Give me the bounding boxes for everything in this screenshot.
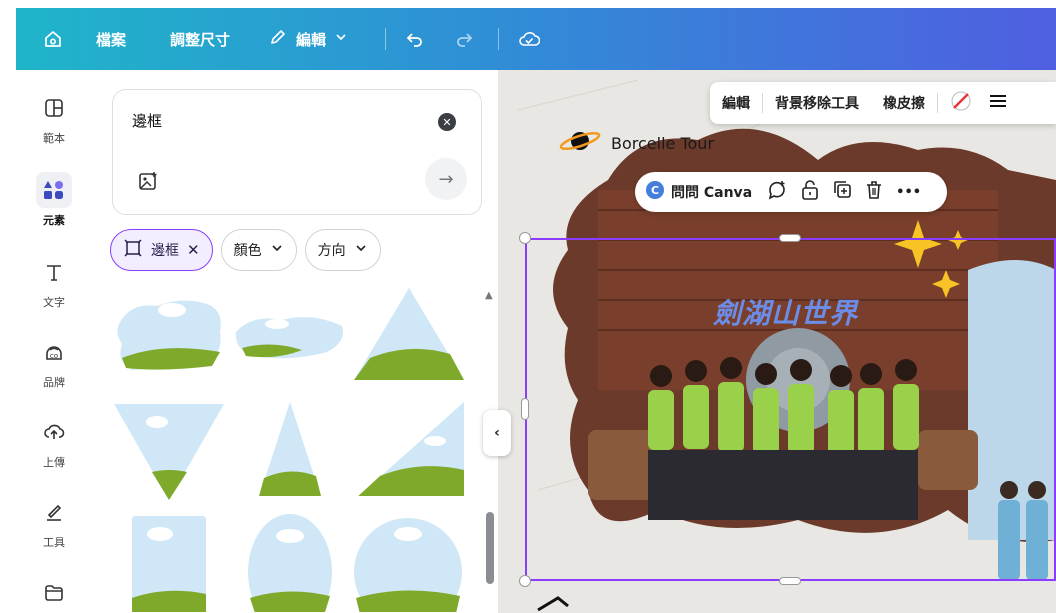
svg-text:C: C <box>651 184 659 197</box>
resize-handle-left[interactable] <box>521 398 529 420</box>
left-sidebar: 範本 元素 文字 co 品牌 上傳 工具 <box>16 70 92 613</box>
ask-canva-label: 問問 Canva <box>671 185 753 201</box>
redo-icon[interactable] <box>453 28 475 50</box>
sidebar-item-text[interactable]: 文字 <box>16 254 92 310</box>
frame-thumbnail[interactable] <box>232 396 350 496</box>
trash-icon[interactable] <box>864 179 884 205</box>
bg-remover-button[interactable]: 背景移除工具 <box>763 93 871 113</box>
frame-thumbnail[interactable] <box>112 402 230 502</box>
sidebar-item-elements[interactable]: 元素 <box>16 172 92 228</box>
brand-text: Borcelle Tour <box>611 133 715 153</box>
template-icon <box>36 90 72 126</box>
edit-image-button[interactable]: 編輯 <box>710 93 762 113</box>
sidebar-item-projects[interactable] <box>16 575 92 611</box>
sidebar-item-uploads[interactable]: 上傳 <box>16 414 92 470</box>
filter-chip-color[interactable]: 顏色 <box>220 229 297 271</box>
frame-thumbnail[interactable] <box>350 512 468 612</box>
filter-chip-label: 顏色 <box>233 243 262 259</box>
sidebar-item-label: 上傳 <box>43 456 65 469</box>
canva-logo-icon: C <box>645 180 665 204</box>
scroll-up-icon[interactable]: ▲ <box>485 290 493 301</box>
close-icon: ✕ <box>442 115 452 129</box>
resize-handle-top-left[interactable] <box>519 232 531 244</box>
edit-menu-label: 編輯 <box>296 30 327 49</box>
sidebar-item-label: 元素 <box>43 214 65 227</box>
sidebar-item-tools[interactable]: 工具 <box>16 494 92 550</box>
folder-icon <box>36 575 72 611</box>
selection-box <box>525 238 1056 581</box>
sidebar-item-label: 範本 <box>43 132 65 145</box>
search-input[interactable]: 邊框 <box>132 110 162 131</box>
frame-icon <box>123 238 143 262</box>
filter-chip-label: 邊框 <box>151 243 179 259</box>
frames-grid <box>92 286 482 613</box>
sidebar-item-brand[interactable]: co 品牌 <box>16 334 92 390</box>
search-box[interactable]: 邊框 ✕ → <box>112 89 482 215</box>
brand-icon: co <box>36 334 72 370</box>
text-icon <box>36 254 72 290</box>
frame-thumbnail[interactable] <box>350 286 468 386</box>
svg-text:co: co <box>50 352 58 360</box>
resize-handle-bottom[interactable] <box>779 577 801 585</box>
sidebar-item-label: 工具 <box>43 536 65 549</box>
image-search-icon[interactable] <box>137 170 159 192</box>
resize-handle-bottom-left[interactable] <box>519 575 531 587</box>
menu-icon[interactable] <box>984 93 1012 113</box>
sidebar-item-label: 文字 <box>43 296 65 309</box>
collapse-panel-button[interactable]: ‹ <box>483 410 511 456</box>
filter-chip-label: 方向 <box>317 243 346 259</box>
home-icon[interactable] <box>42 28 64 50</box>
sidebar-item-label: 品牌 <box>43 376 65 389</box>
filter-chip-orientation[interactable]: 方向 <box>304 229 381 271</box>
frame-thumbnail[interactable] <box>232 292 350 392</box>
planet-logo-icon <box>557 126 603 160</box>
file-menu-button[interactable]: 檔案 <box>96 29 126 50</box>
chevron-down-icon <box>334 30 348 48</box>
frame-thumbnail[interactable] <box>112 292 230 392</box>
chevron-down-icon <box>270 241 284 259</box>
frame-thumbnail[interactable] <box>350 396 468 496</box>
no-color-icon <box>950 91 972 116</box>
upload-icon <box>36 414 72 450</box>
lock-icon[interactable] <box>800 179 820 205</box>
frame-thumbnail[interactable] <box>112 512 230 612</box>
ask-canva-button[interactable]: C 問問 Canva <box>645 180 752 204</box>
undo-icon[interactable] <box>404 28 426 50</box>
frame-thumbnail[interactable] <box>232 512 350 612</box>
more-options-button[interactable]: ••• <box>896 185 921 200</box>
remove-filter-icon[interactable]: ✕ <box>187 241 200 259</box>
arrow-right-icon: → <box>438 168 454 190</box>
search-submit-button[interactable]: → <box>425 158 467 200</box>
filter-chip-frames[interactable]: 邊框 ✕ <box>110 229 213 271</box>
eraser-button[interactable]: 橡皮擦 <box>871 93 937 113</box>
pencil-icon <box>268 27 288 51</box>
cloud-saved-icon[interactable] <box>518 28 540 50</box>
duplicate-icon[interactable] <box>832 179 852 205</box>
chevron-left-icon: ‹ <box>494 425 500 441</box>
comment-icon[interactable] <box>766 179 788 205</box>
sidebar-item-templates[interactable]: 範本 <box>16 90 92 146</box>
brand-element[interactable]: Borcelle Tour <box>557 126 714 160</box>
toolbar-divider <box>385 28 386 50</box>
elements-panel: 邊框 ✕ → 邊框 ✕ 顏色 方向 <box>92 70 498 613</box>
resize-handle-top[interactable] <box>779 234 801 242</box>
clear-search-button[interactable]: ✕ <box>438 113 456 131</box>
chevron-down-icon <box>354 241 368 259</box>
tools-icon <box>36 494 72 530</box>
resize-button[interactable]: 調整尺寸 <box>170 29 230 50</box>
elements-icon <box>36 172 72 208</box>
image-context-toolbar: 編輯 背景移除工具 橡皮擦 <box>710 82 1056 124</box>
window-edge <box>0 0 16 613</box>
scrollbar-thumb[interactable] <box>486 512 494 584</box>
element-floating-toolbar: C 問問 Canva ••• <box>635 172 947 212</box>
filter-chips: 邊框 ✕ 顏色 方向 <box>110 229 381 271</box>
top-bar: 檔案 調整尺寸 編輯 <box>16 8 1056 70</box>
toolbar-divider <box>498 28 499 50</box>
edit-menu-button[interactable]: 編輯 <box>268 27 348 51</box>
transparency-button[interactable] <box>938 90 984 116</box>
